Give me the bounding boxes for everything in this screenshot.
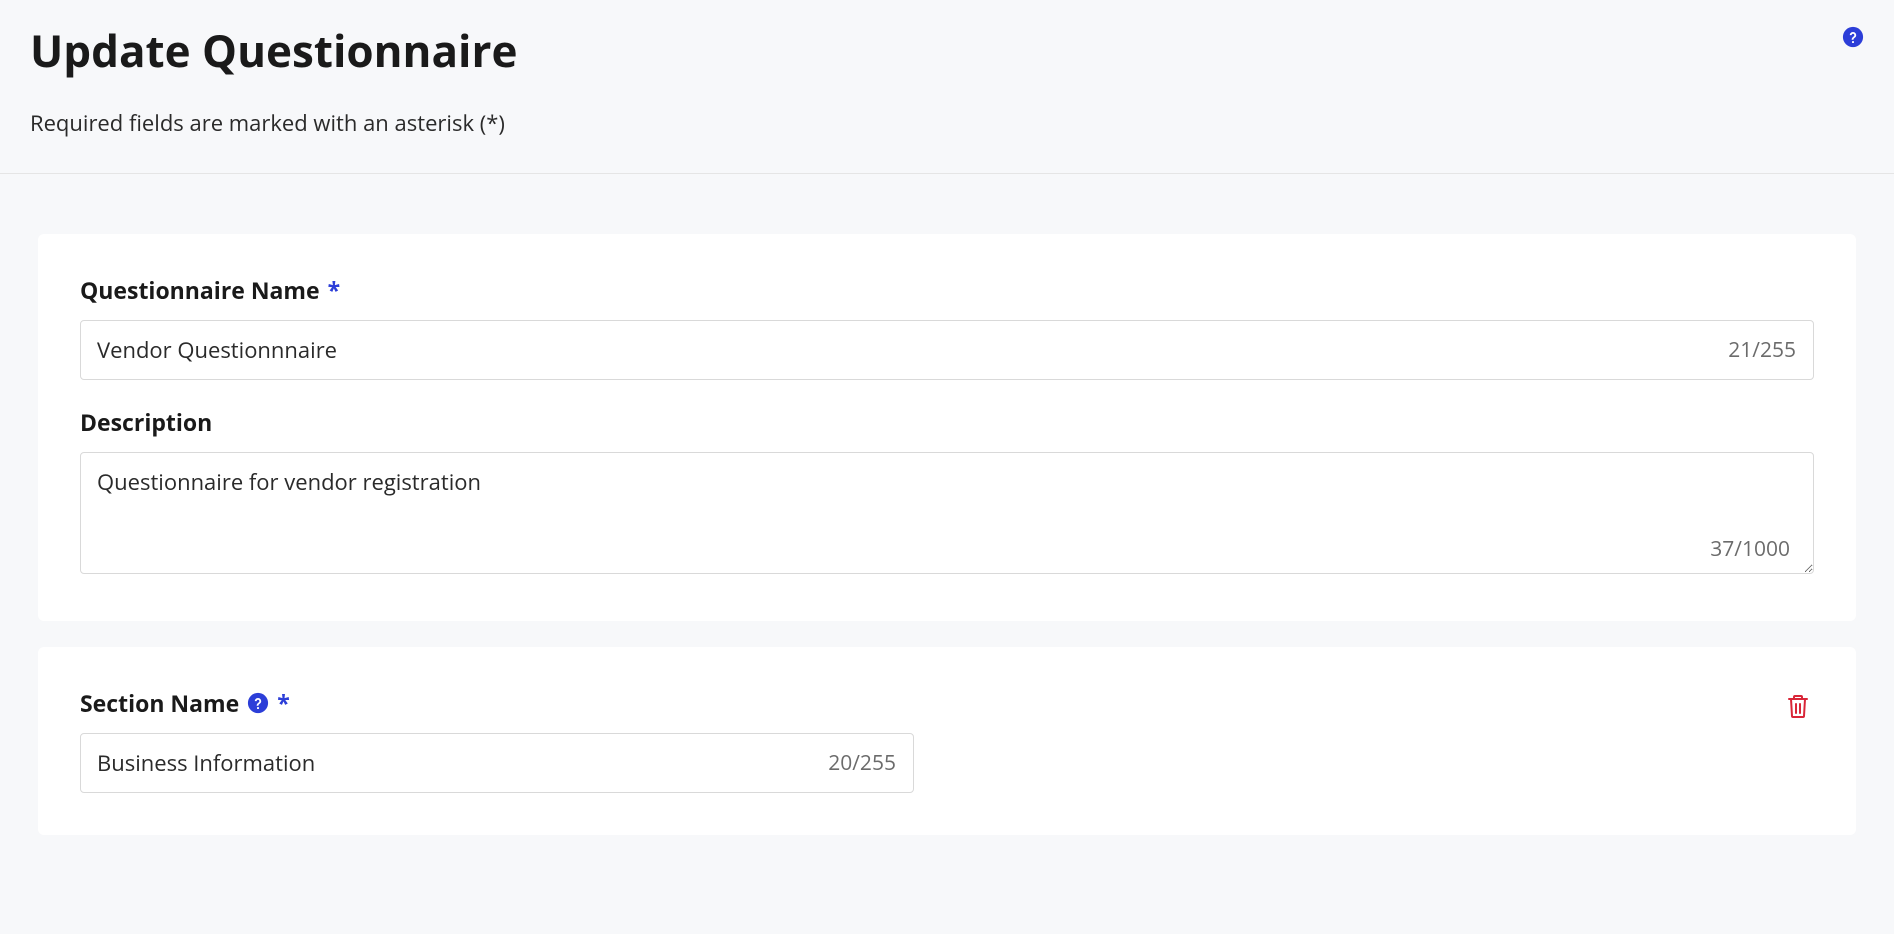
- required-mark: *: [277, 687, 290, 719]
- help-icon[interactable]: [1842, 26, 1864, 48]
- description-field: Description 37/1000: [80, 406, 1814, 579]
- trash-icon: [1786, 693, 1810, 722]
- help-icon[interactable]: [247, 692, 269, 714]
- page-subtitle: Required fields are marked with an aster…: [30, 108, 1864, 138]
- description-label: Description: [80, 406, 212, 438]
- section-card: Section Name * 20/255: [38, 647, 1856, 835]
- section-name-input[interactable]: [80, 733, 914, 793]
- required-mark: *: [328, 274, 341, 306]
- questionnaire-name-field: Questionnaire Name * 21/255: [80, 274, 1814, 380]
- questionnaire-name-label: Questionnaire Name: [80, 274, 320, 306]
- page-title: Update Questionnaire: [30, 20, 1864, 80]
- section-name-label: Section Name: [80, 687, 239, 719]
- delete-section-button[interactable]: [1782, 689, 1814, 726]
- questionnaire-card: Questionnaire Name * 21/255 Description …: [38, 234, 1856, 621]
- page-header: Update Questionnaire Required fields are…: [0, 0, 1894, 174]
- questionnaire-name-input[interactable]: [80, 320, 1814, 380]
- content-area: Questionnaire Name * 21/255 Description …: [0, 174, 1894, 881]
- description-input[interactable]: [80, 452, 1814, 574]
